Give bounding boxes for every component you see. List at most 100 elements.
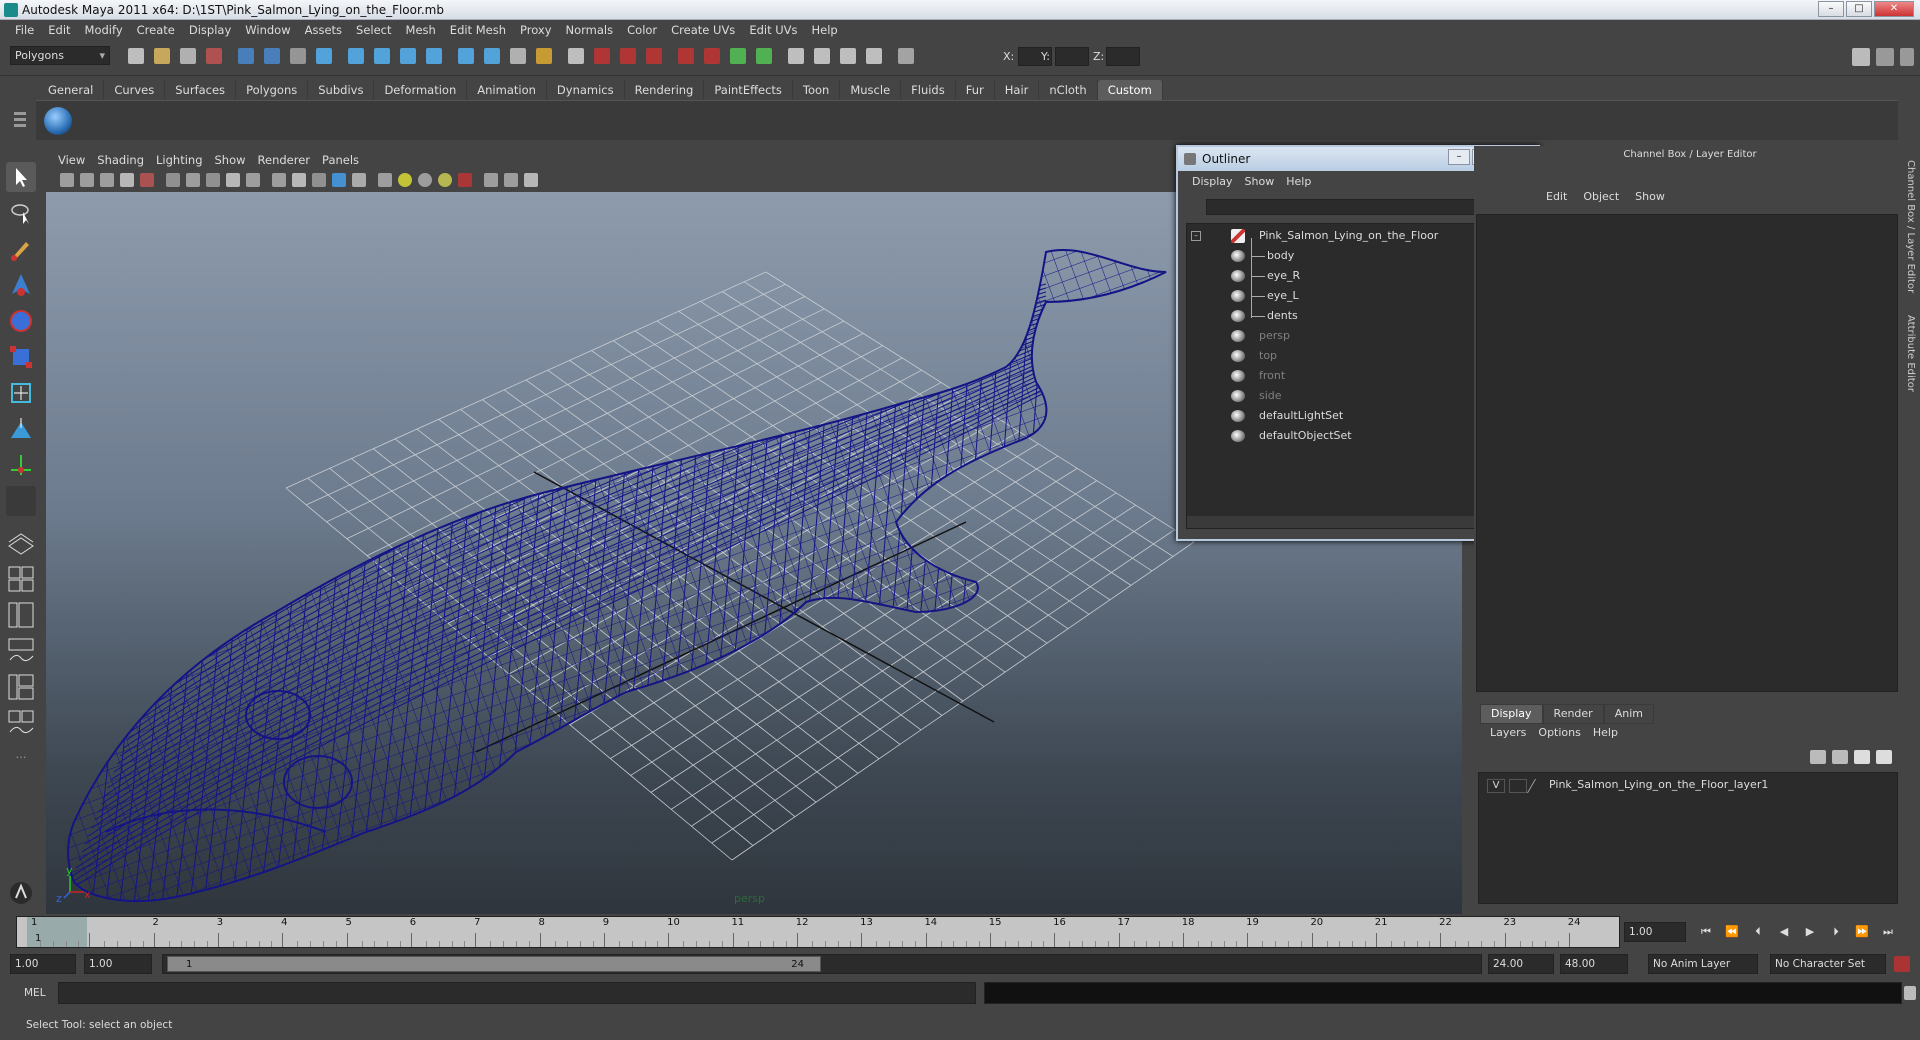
status-tool-icon-3[interactable] [180, 48, 196, 64]
channel-box-menu-show[interactable]: Show [1627, 190, 1673, 203]
outliner-item-front[interactable]: front [1187, 366, 1511, 386]
menu-edit-uvs[interactable]: Edit UVs [742, 23, 804, 37]
viewport-tool-icon-5[interactable] [140, 173, 154, 187]
current-time-field[interactable]: 1.00 [1624, 922, 1686, 942]
collapse-toggle-icon[interactable]: – [1191, 231, 1201, 241]
status-tool-icon-22[interactable] [704, 48, 720, 64]
status-tool-icon-11[interactable] [400, 48, 416, 64]
status-tool-icon-24[interactable] [756, 48, 772, 64]
viewport-tool-icon-3[interactable] [100, 173, 114, 187]
menu-color[interactable]: Color [620, 23, 664, 37]
channel-box-menu-edit[interactable]: Edit [1538, 190, 1575, 203]
viewport-tool-icon-17[interactable] [398, 173, 412, 187]
status-tool-icon-14[interactable] [484, 48, 500, 64]
viewport-tool-icon-18[interactable] [418, 173, 432, 187]
status-tool-icon-29[interactable] [898, 48, 914, 64]
outliner-minimize-button[interactable]: – [1448, 149, 1470, 165]
outliner-item-top[interactable]: top [1187, 346, 1511, 366]
lasso-tool-icon[interactable] [6, 198, 36, 228]
status-tool-icon-26[interactable] [814, 48, 830, 64]
status-tool-icon-12[interactable] [426, 48, 442, 64]
status-tool-icon-13[interactable] [458, 48, 474, 64]
layer-options-icon[interactable] [1854, 750, 1870, 764]
viewport-menu-lighting[interactable]: Lighting [150, 153, 208, 167]
step-back-frame-icon[interactable]: ⏴ [1748, 922, 1768, 942]
viewport-tool-icon-12[interactable] [292, 173, 306, 187]
channel-box-menu-object[interactable]: Object [1575, 190, 1627, 203]
universal-manipulator-icon[interactable] [6, 378, 36, 408]
viewport-tool-icon-6[interactable] [166, 173, 180, 187]
shelf-tab-subdivs[interactable]: Subdivs [308, 80, 375, 100]
outliner-item-persp[interactable]: persp [1187, 326, 1511, 346]
status-tool-icon-15[interactable] [510, 48, 526, 64]
anim-layer-dropdown[interactable]: No Anim Layer [1648, 954, 1758, 974]
z-field[interactable] [1106, 47, 1140, 66]
command-input[interactable] [58, 982, 976, 1004]
layer-menu-layers[interactable]: Layers [1484, 726, 1532, 739]
show-manipulator-icon[interactable] [6, 450, 36, 480]
maximize-button[interactable]: □ [1846, 1, 1872, 17]
viewport-menu-panels[interactable]: Panels [316, 153, 365, 167]
layer-attributes-icon[interactable] [1876, 750, 1892, 764]
shelf-tab-animation[interactable]: Animation [467, 80, 547, 100]
end-time-field[interactable]: 48.00 [1560, 954, 1628, 974]
status-tool-icon-23[interactable] [730, 48, 746, 64]
menu-file[interactable]: File [8, 23, 41, 37]
viewport-menu-show[interactable]: Show [209, 153, 252, 167]
shelf-tab-surfaces[interactable]: Surfaces [165, 80, 237, 100]
minimize-button[interactable]: – [1818, 1, 1844, 17]
outliner-menu-show[interactable]: Show [1239, 175, 1281, 188]
layout-more-icon[interactable]: … [6, 748, 36, 764]
layer-tab-display[interactable]: Display [1480, 704, 1543, 724]
salmon-wireframe[interactable] [66, 249, 1167, 914]
viewport-tool-icon-11[interactable] [272, 173, 286, 187]
menu-help[interactable]: Help [805, 23, 845, 37]
layer-visibility-toggle[interactable]: V [1487, 779, 1505, 793]
menu-edit[interactable]: Edit [41, 23, 77, 37]
range-bar[interactable]: 1 24 [167, 956, 821, 972]
outliner-horizontal-scrollbar[interactable] [1187, 516, 1515, 528]
status-tool-icon-2[interactable] [154, 48, 170, 64]
channel-box-side-tab[interactable]: Channel Box / Layer Editor [1905, 160, 1916, 293]
layer-menu-options[interactable]: Options [1532, 726, 1586, 739]
single-perspective-layout-icon[interactable] [6, 528, 36, 558]
viewport-menu-renderer[interactable]: Renderer [252, 153, 317, 167]
quick-layout-icon[interactable] [6, 878, 36, 908]
menu-create-uvs[interactable]: Create UVs [664, 23, 742, 37]
outliner-item-defaultobjectset[interactable]: defaultObjectSet [1187, 426, 1511, 446]
shelf-tab-ncloth[interactable]: nCloth [1039, 80, 1098, 100]
status-tool-icon-4[interactable] [206, 48, 222, 64]
step-back-key-icon[interactable]: ⏪ [1722, 922, 1742, 942]
y-field[interactable] [1055, 47, 1089, 66]
viewport-tool-icon-22[interactable] [504, 173, 518, 187]
viewport-tool-icon-9[interactable] [226, 173, 240, 187]
viewport-tool-icon-14[interactable] [332, 173, 346, 187]
outliner-menu-display[interactable]: Display [1186, 175, 1239, 188]
menu-proxy[interactable]: Proxy [513, 23, 559, 37]
scale-tool-icon[interactable] [6, 342, 36, 372]
layer-tab-render[interactable]: Render [1542, 704, 1604, 724]
playback-start-field[interactable]: 1.00 [84, 954, 152, 974]
shelf-tab-rendering[interactable]: Rendering [624, 80, 705, 100]
tool-settings-toggle-icon[interactable] [1900, 48, 1914, 66]
status-tool-icon-21[interactable] [678, 48, 694, 64]
layer-color-swatch[interactable] [1526, 779, 1548, 793]
status-tool-icon-19[interactable] [620, 48, 636, 64]
shelf-tab-polygons[interactable]: Polygons [236, 80, 309, 100]
outliner-item-pink-salmon-lying-on-the-floor[interactable]: – Pink_Salmon_Lying_on_the_Floor [1187, 226, 1511, 246]
hypershade-layout-icon[interactable] [6, 672, 36, 702]
menu-normals[interactable]: Normals [559, 23, 621, 37]
go-to-start-icon[interactable]: ⏮ [1696, 922, 1716, 942]
viewport-menu-view[interactable]: View [52, 153, 91, 167]
go-to-end-icon[interactable]: ⏭ [1878, 922, 1898, 942]
outliner-item-eye-l[interactable]: eye_L [1187, 286, 1511, 306]
playback-end-field[interactable]: 24.00 [1488, 954, 1554, 974]
play-backward-icon[interactable]: ◀ [1774, 922, 1794, 942]
menu-display[interactable]: Display [182, 23, 238, 37]
select-tool-icon[interactable] [6, 162, 36, 192]
viewport-tool-icon-1[interactable] [60, 173, 74, 187]
viewport-tool-icon-23[interactable] [524, 173, 538, 187]
menu-window[interactable]: Window [238, 23, 297, 37]
shelf-tab-muscle[interactable]: Muscle [840, 80, 902, 100]
close-button[interactable]: ✕ [1874, 1, 1914, 17]
